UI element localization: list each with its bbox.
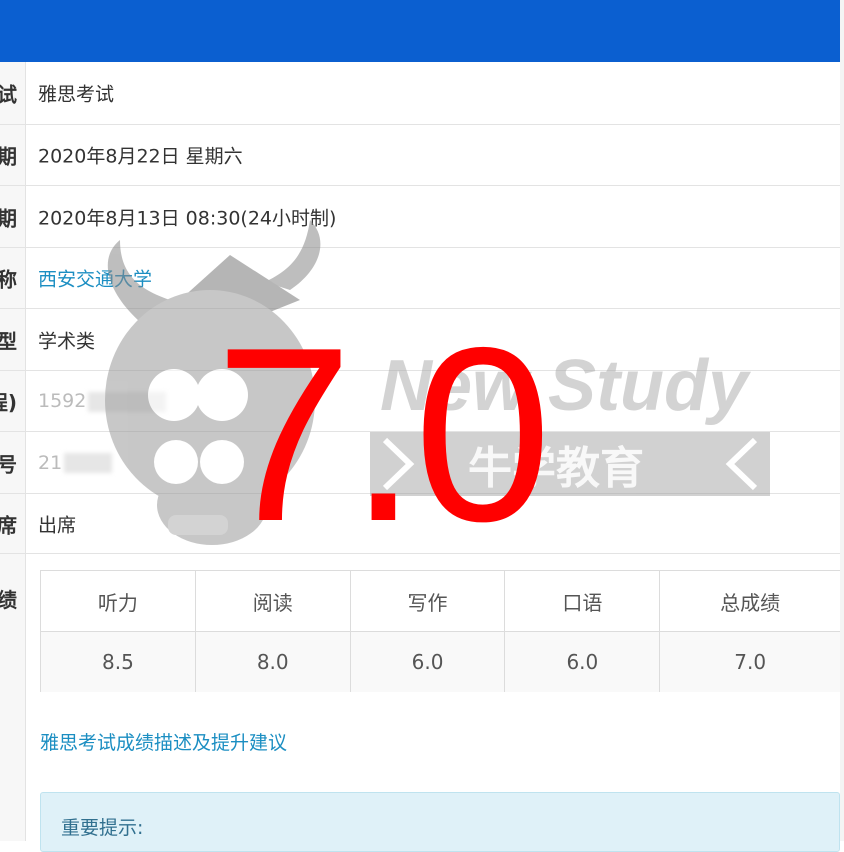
attendance-value: 出席 (38, 514, 77, 536)
score-writing: 6.0 (350, 632, 506, 692)
score-overall: 7.0 (660, 632, 841, 692)
overall-score-overlay: 7.0 (215, 295, 552, 573)
privacy-blur (88, 391, 167, 412)
header-reading: 阅读 (196, 571, 351, 631)
row-label: 号 (0, 448, 17, 477)
important-notice: 重要提示: (40, 792, 840, 852)
row-label: 型 (0, 325, 17, 354)
masked-text: 21 (38, 451, 63, 474)
header-speaking: 口语 (505, 571, 661, 631)
privacy-blur (64, 453, 113, 473)
score-description-link[interactable]: 雅思考试成绩描述及提升建议 (40, 728, 287, 755)
header-overall: 总成绩 (720, 590, 781, 615)
module-value: 学术类 (38, 330, 96, 352)
row-label: 期 (0, 202, 17, 231)
row-label-cell: 程) (0, 371, 26, 431)
score-speaking: 6.0 (505, 632, 661, 692)
row-label: 绩 (0, 584, 17, 613)
candidate-number-value: 1592 (38, 390, 167, 412)
score-table: 听力 阅读 写作 口语 总成绩 8.5 8.0 6.0 6.0 7.0 (40, 570, 841, 692)
notice-title: 重要提示: (61, 817, 144, 839)
row-label: 试 (0, 79, 17, 108)
score-listening: 8.5 (41, 632, 196, 692)
row-label-cell: 称 (0, 248, 26, 308)
row-label-cell: 席 (0, 494, 26, 553)
row-label: 期 (0, 141, 17, 170)
release-date-value: 2020年8月13日 08:30(24小时制) (38, 207, 337, 229)
row-label-cell: 绩 (0, 554, 26, 841)
row-label-cell: 期 (0, 125, 26, 185)
row-label: 称 (0, 264, 17, 293)
row-label-cell: 型 (0, 309, 26, 370)
info-row-release-date: 期 2020年8月13日 08:30(24小时制) (0, 186, 840, 248)
masked-text: 1592 (38, 390, 87, 412)
row-label-cell: 号 (0, 432, 26, 493)
id-number-value: 21 (38, 451, 113, 474)
info-row-exam: 试 雅思考试 (0, 62, 840, 125)
header-bar (0, 0, 840, 62)
info-row-test-date: 期 2020年8月22日 星期六 (0, 125, 840, 186)
row-label-cell: 试 (0, 62, 26, 124)
row-label: 程) (0, 390, 17, 415)
exam-name-value: 雅思考试 (38, 83, 115, 106)
header-listening: 听力 (41, 571, 196, 631)
page-edge (840, 0, 844, 841)
header-writing: 写作 (351, 571, 506, 631)
test-date-value: 2020年8月22日 星期六 (38, 145, 243, 168)
score-reading: 8.0 (195, 632, 351, 692)
score-table-header: 听力 阅读 写作 口语 总成绩 (41, 571, 840, 632)
row-label-cell: 期 (0, 186, 26, 247)
score-table-row: 8.5 8.0 6.0 6.0 7.0 (41, 632, 841, 692)
row-label: 席 (0, 509, 17, 538)
test-center-link[interactable]: 西安交通大学 (38, 265, 152, 292)
